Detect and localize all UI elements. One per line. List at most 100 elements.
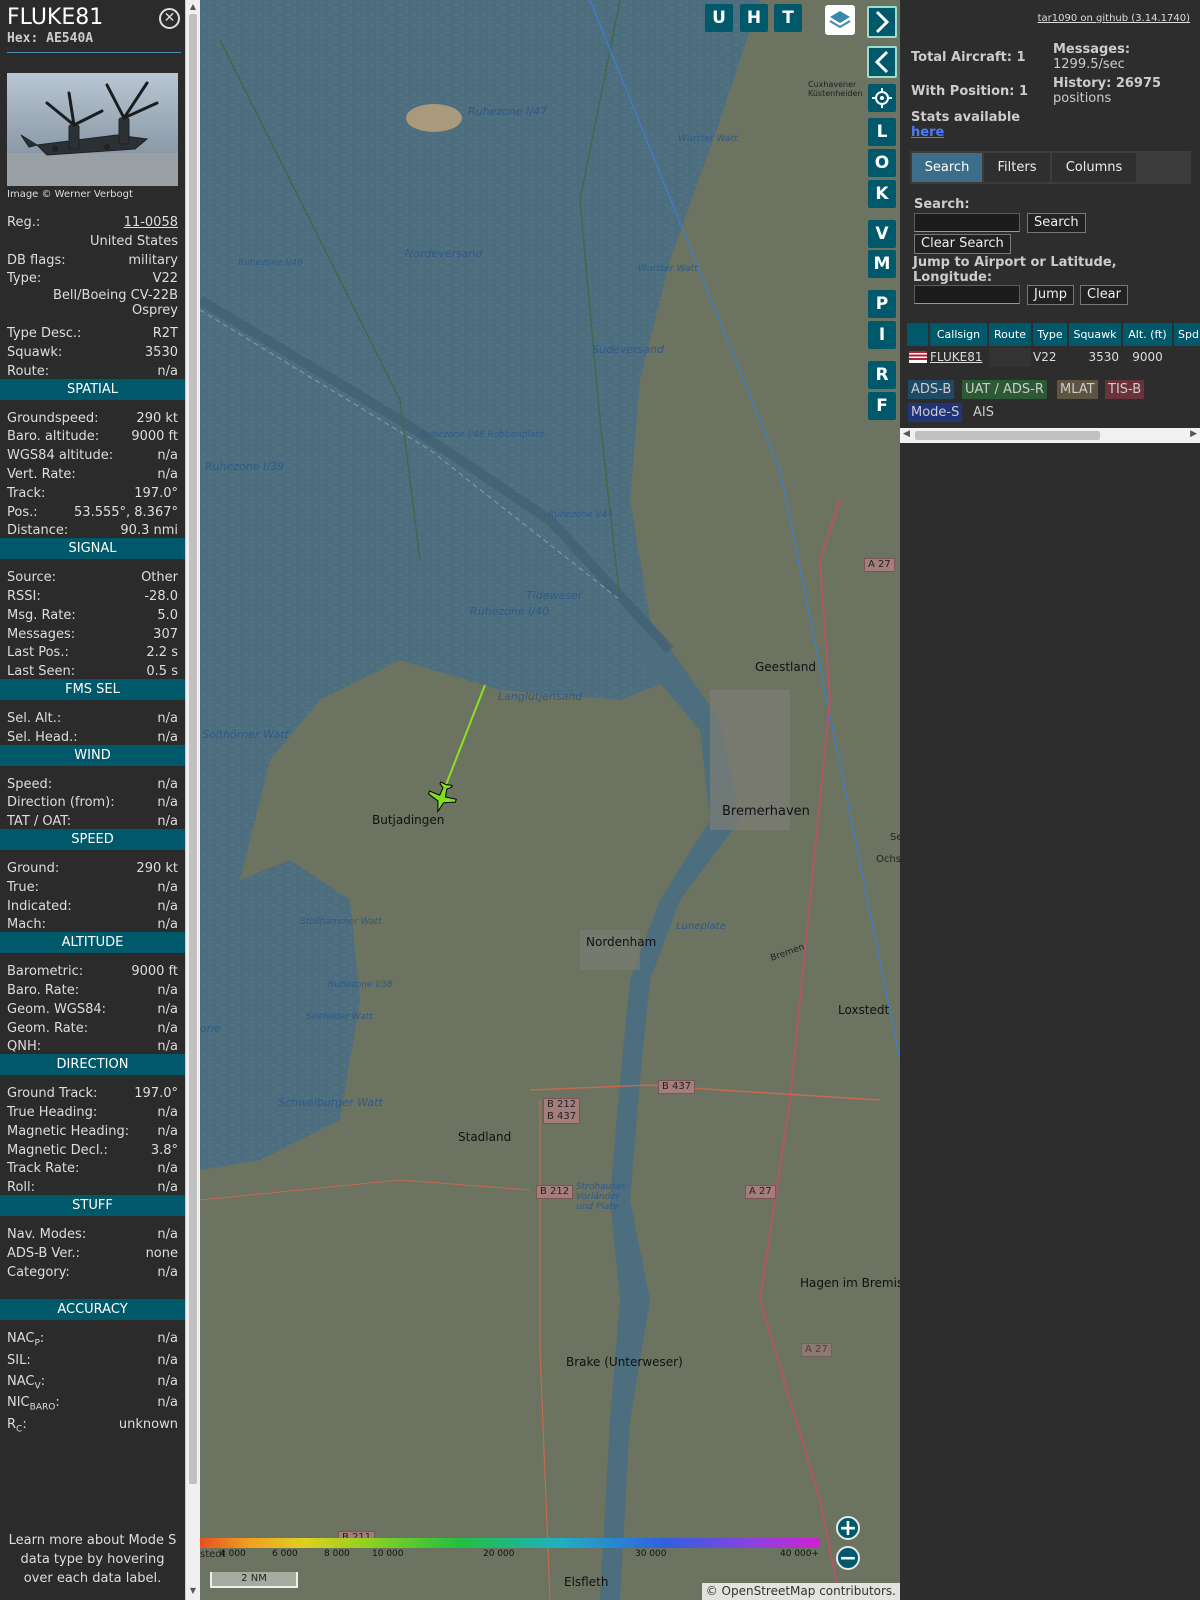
road-shield: B 437 — [658, 1080, 696, 1094]
map-label-solthorner: Solthörner Watt — [202, 728, 289, 741]
scroll-left-icon[interactable]: ◀ — [903, 429, 910, 439]
info-row: Track: 197.0° — [7, 486, 178, 505]
table-header-speed[interactable]: Spd — [1174, 323, 1200, 346]
search-button[interactable]: Search — [1027, 213, 1086, 233]
info-row-value: n/a — [157, 1227, 178, 1242]
tab-columns[interactable]: Columns — [1052, 153, 1136, 182]
zoom-out-button[interactable]: − — [836, 1546, 860, 1570]
github-link[interactable]: tar1090 on github (3.14.1740) — [1038, 13, 1190, 24]
altitude-color-bar — [200, 1538, 820, 1548]
map-label-butjadingen: Butjadingen — [372, 813, 445, 827]
map-view[interactable]: Ruhezone I/47 Ruhezone I/39 Ruhezone I/4… — [200, 0, 900, 1600]
stats-here-link[interactable]: here — [911, 125, 944, 140]
map-label-tideweser: Tideweser — [526, 589, 583, 602]
info-row-label: TAT / OAT: — [7, 814, 72, 830]
map-button-f[interactable]: F — [868, 392, 896, 420]
map-label-nordenham: Nordenham — [586, 935, 657, 949]
map-label-zone46b: Ruhezone I/46 Robbenplate — [420, 430, 545, 440]
map-button-p[interactable]: P — [868, 290, 896, 318]
info-row-value: n/a — [157, 1395, 178, 1411]
settings-button[interactable] — [868, 84, 896, 112]
row-callsign[interactable]: FLUKE81 — [930, 348, 987, 367]
info-panel-scrollbar[interactable]: ▲ ▼ — [185, 0, 200, 1600]
history-line1: History: 26975 — [1053, 76, 1162, 91]
tab-filters[interactable]: Filters — [984, 153, 1050, 182]
info-row-value: R2T — [152, 326, 178, 342]
altitude-scale-ticks: 4 000 6 000 8 000 10 000 20 000 30 000 4… — [200, 1549, 820, 1561]
table-horizontal-scrollbar[interactable]: ◀ ▶ — [900, 428, 1200, 443]
info-row-value: 290 kt — [136, 861, 178, 876]
info-row-label: NACP: — [7, 1331, 45, 1349]
aircraft-info-panel: FLUKE81 Hex: AE540A ✕ Image © Werner Ver… — [0, 0, 185, 1600]
button-h[interactable]: H — [740, 4, 768, 32]
info-row-label: True Heading: — [7, 1105, 98, 1120]
info-row-value: n/a — [157, 1374, 178, 1389]
search-input[interactable] — [914, 213, 1020, 232]
map-label-hagen: Hagen im Bremisch — [800, 1276, 900, 1290]
scroll-up-icon[interactable]: ▲ — [188, 2, 198, 12]
clear-search-button[interactable]: Clear Search — [914, 234, 1011, 254]
scrollbar-thumb[interactable] — [189, 14, 197, 1484]
info-row-label: Barometric: — [7, 964, 84, 980]
clear-button[interactable]: Clear — [1080, 285, 1128, 305]
info-row-label: Ground Track: — [7, 1086, 98, 1102]
jump-button[interactable]: Jump — [1027, 285, 1074, 305]
info-row-label: Squawk: — [7, 345, 63, 360]
map-button-m[interactable]: M — [868, 250, 896, 278]
info-row-label: Speed: — [7, 776, 53, 792]
map-label-zone47: Ruhezone I/47 — [468, 105, 548, 118]
info-row-value: n/a — [157, 363, 178, 379]
map-label-wurster1: Wurster Watt — [678, 134, 738, 144]
info-row-value[interactable]: 11-0058 — [124, 215, 178, 230]
info-row-value: n/a — [157, 1001, 178, 1017]
table-header-type[interactable]: Type — [1033, 323, 1067, 346]
info-row: Source: Other — [7, 570, 178, 589]
jump-input[interactable] — [914, 285, 1020, 304]
altitude-tick: 20 000 — [483, 1549, 515, 1559]
section-header-wind: WIND — [0, 744, 185, 766]
info-row-value: 53.555°, 8.367° — [74, 504, 178, 520]
close-icon[interactable]: ✕ — [159, 8, 180, 29]
map-label-zone39: Ruhezone I/39 — [205, 460, 285, 473]
map-label-zone46: Ruhezone I/46 — [238, 258, 303, 268]
layers-icon[interactable] — [825, 5, 855, 35]
altitude-tick: 30 000 — [635, 1549, 667, 1559]
info-row-value: n/a — [157, 1105, 178, 1120]
table-header-flag — [907, 323, 928, 346]
messages-value: 1299.5/sec — [1053, 57, 1125, 72]
info-row-label: QNH: — [7, 1039, 42, 1055]
info-row-value: n/a — [157, 1123, 178, 1139]
info-row: ADS-B Ver.: none — [7, 1246, 178, 1265]
tab-search[interactable]: Search — [912, 153, 982, 182]
button-u[interactable]: U — [705, 4, 733, 32]
scroll-down-icon[interactable]: ▼ — [188, 1586, 198, 1596]
scroll-right-icon[interactable]: ▶ — [1190, 429, 1197, 439]
zoom-in-button[interactable]: + — [836, 1516, 860, 1540]
expand-right-button[interactable] — [867, 6, 897, 38]
info-row-label: Distance: — [7, 523, 69, 539]
map-button-k[interactable]: K — [868, 180, 896, 208]
map-button-i[interactable]: I — [868, 321, 896, 349]
map-button-v[interactable]: V — [868, 220, 896, 248]
map-button-o[interactable]: O — [868, 149, 896, 177]
table-header-route[interactable]: Route — [989, 323, 1031, 346]
road-shield: A 27 — [801, 1343, 832, 1357]
info-row-value: 90.3 nmi — [120, 523, 178, 539]
openstreetmap-link[interactable]: OpenStreetMap — [722, 1584, 816, 1598]
map-button-r[interactable]: R — [868, 361, 896, 389]
scrollbar-thumb[interactable] — [915, 431, 1100, 440]
info-row-label: SIL: — [7, 1352, 31, 1368]
table-header-callsign[interactable]: Callsign — [930, 323, 987, 346]
legend-modes: Mode-S — [908, 403, 963, 422]
map-button-l[interactable]: L — [868, 118, 896, 146]
map-label-seefelder: Seefelder Watt — [306, 1012, 373, 1022]
legend-uat: UAT / ADS-R — [962, 380, 1047, 399]
info-row-value: n/a — [157, 983, 178, 998]
aircraft-photo[interactable] — [7, 73, 178, 186]
button-t[interactable]: T — [774, 4, 802, 32]
info-row: Category: n/a — [7, 1265, 178, 1284]
table-header-squawk[interactable]: Squawk — [1069, 323, 1121, 346]
table-header-altitude[interactable]: Alt. (ft) — [1123, 323, 1172, 346]
info-row: Indicated: n/a — [7, 899, 178, 918]
collapse-left-button[interactable] — [867, 46, 897, 78]
